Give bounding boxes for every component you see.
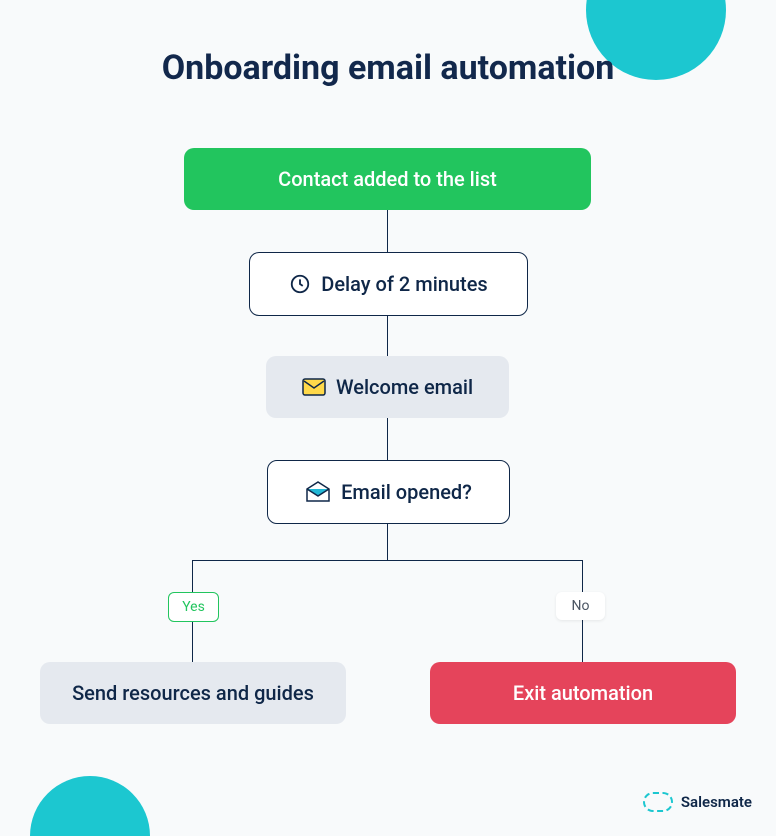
branch-yes-badge: Yes [168,592,219,622]
decision-label: Email opened? [341,480,472,504]
trigger-label: Contact added to the list [278,167,497,191]
brand-badge: Salesmate [643,792,752,812]
no-label: No [572,598,590,614]
page-title: Onboarding email automation [0,48,776,88]
connector-split [192,560,583,561]
connector [387,524,388,560]
decision-node: Email opened? [267,460,510,524]
connector [582,560,583,592]
open-mail-icon [305,481,331,503]
clock-icon [289,273,311,295]
yes-action-node: Send resources and guides [40,662,346,724]
connector [582,620,583,662]
no-action-node: Exit automation [430,662,736,724]
branch-no-badge: No [556,592,605,620]
no-action-label: Exit automation [513,681,653,705]
connector [192,620,193,662]
connector [387,316,388,356]
delay-label: Delay of 2 minutes [321,272,487,296]
yes-label: Yes [182,599,205,615]
brand-logo-icon [643,792,673,812]
yes-action-label: Send resources and guides [72,681,314,705]
welcome-email-node: Welcome email [266,356,509,418]
decorative-circle-bottom [30,776,150,836]
connector [192,560,193,592]
trigger-node: Contact added to the list [184,148,591,210]
connector [387,210,388,252]
brand-name: Salesmate [681,793,752,811]
mail-icon [302,378,326,396]
delay-node: Delay of 2 minutes [249,252,528,316]
connector [387,418,388,460]
welcome-label: Welcome email [336,375,473,399]
